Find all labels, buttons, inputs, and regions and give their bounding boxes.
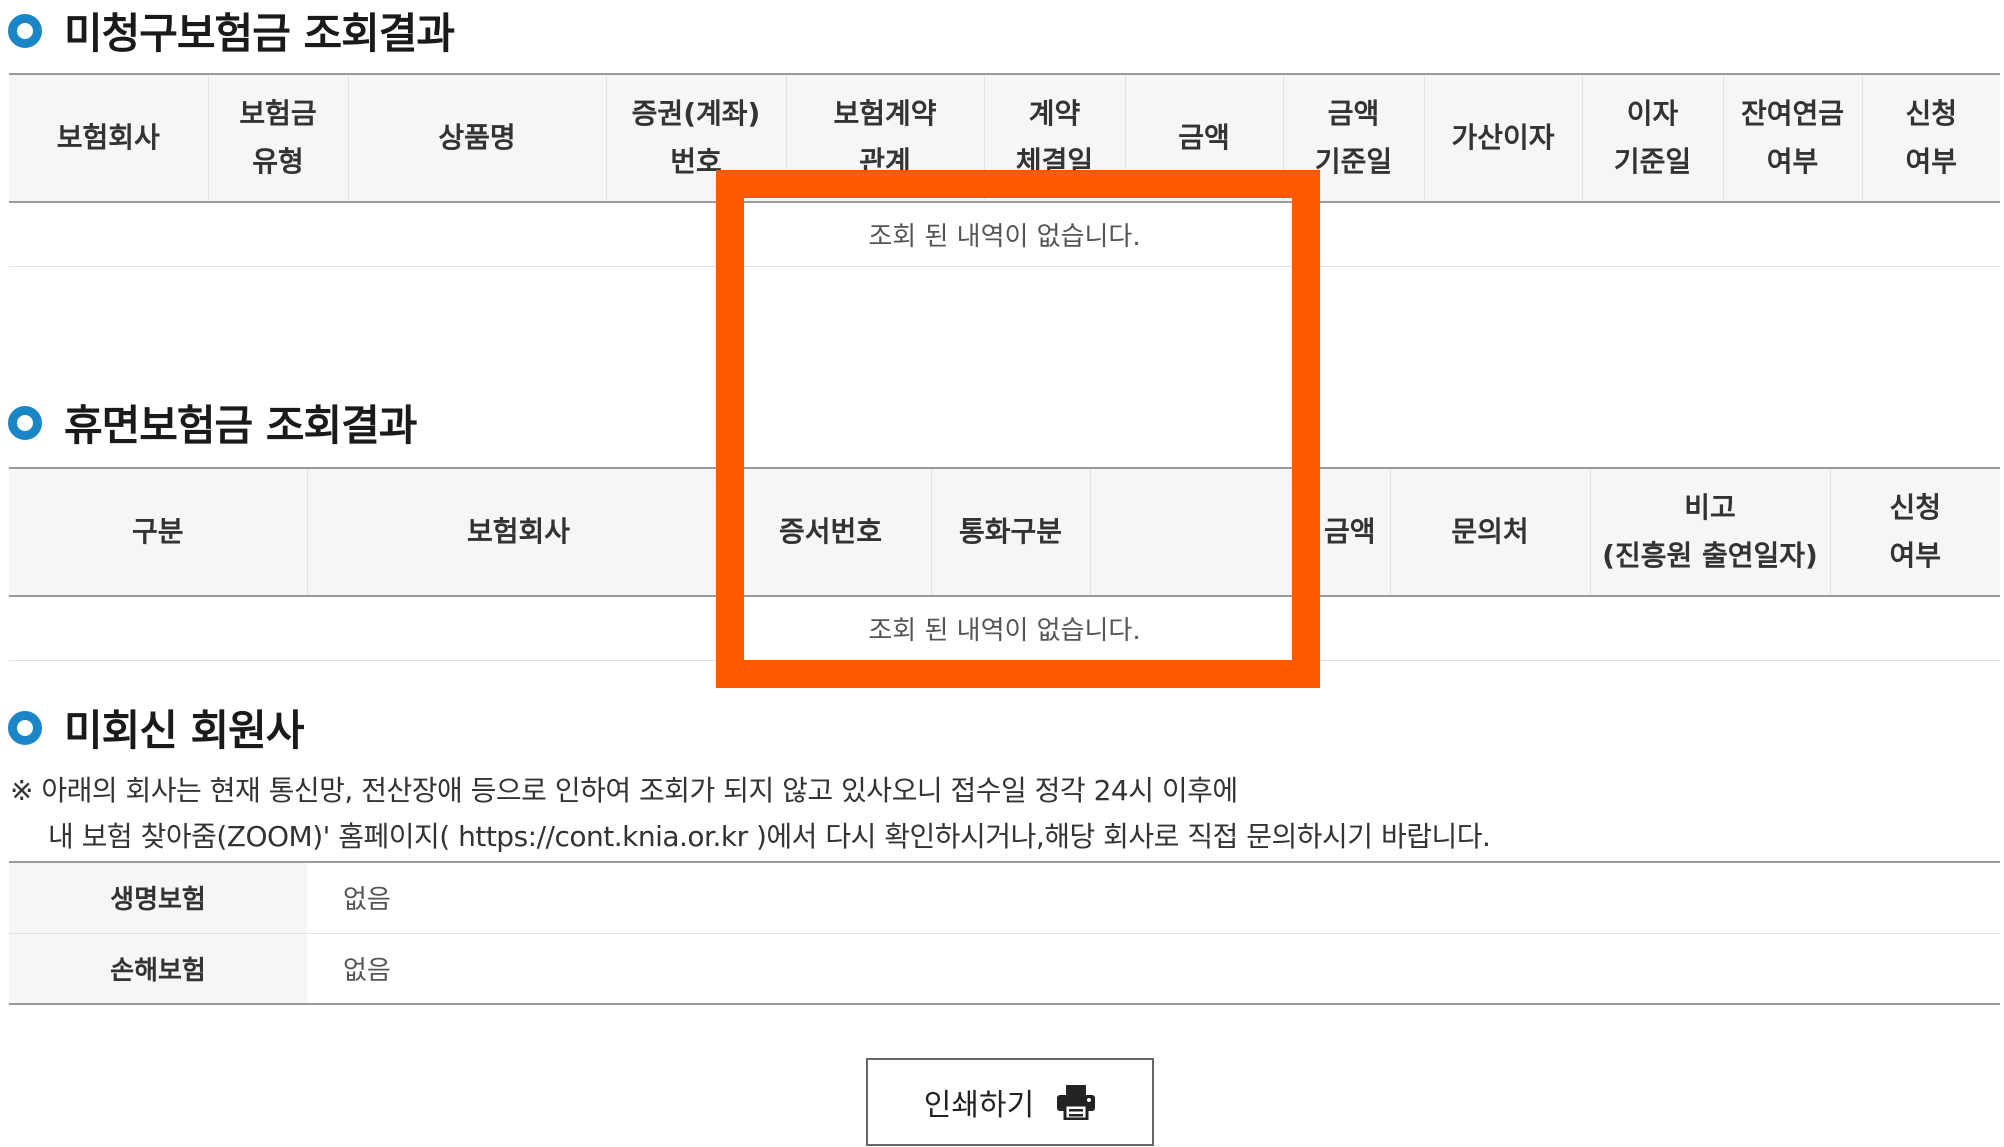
- col-remarks: 비고 (진흥원 출연일자): [1589, 467, 1830, 597]
- col-contact: 문의처: [1389, 467, 1590, 597]
- life-insurance-value: 없음: [307, 862, 2000, 934]
- col-application-status: 신청 여부: [1829, 467, 2000, 597]
- dormant-header-row: 구분 보험회사 증서번호 통화구분 금액 문의처 비고 (진흥원 출연일자) 신청…: [9, 467, 2000, 597]
- col-currency: 통화구분: [930, 467, 1090, 597]
- col-interest-base-date: 이자 기준일: [1581, 73, 1723, 203]
- nonlife-insurance-label: 손해보험: [9, 933, 307, 1005]
- notice-line-1: ※ 아래의 회사는 현재 통신망, 전산장애 등으로 인하여 조회가 되지 않고…: [10, 774, 1238, 807]
- printer-icon: [1056, 1084, 1096, 1120]
- print-button-label: 인쇄하기: [923, 1088, 1035, 1123]
- col-claim-type: 보험금 유형: [207, 73, 348, 203]
- nonresponding-title-text: 미회신 회원사: [64, 706, 304, 755]
- col-category: 구분: [9, 467, 307, 597]
- unclaimed-title-text: 미청구보험금 조회결과: [64, 9, 455, 58]
- col-added-interest: 가산이자: [1423, 73, 1582, 203]
- col-insurer: 보험회사: [9, 73, 208, 203]
- col-amount: 금액: [1089, 467, 1390, 597]
- circle-bullet-icon: [8, 710, 42, 745]
- col-policy-number: 증권(계좌) 번호: [605, 73, 786, 203]
- col-amount-base-date: 금액 기준일: [1282, 73, 1424, 203]
- col-amount: 금액: [1124, 73, 1283, 203]
- nonlife-insurance-value: 없음: [307, 933, 2000, 1005]
- col-certificate-number: 증서번호: [729, 467, 931, 597]
- notice-line-2: 내 보험 찾아줌(ZOOM)' 홈페이지( https://cont.knia.…: [48, 820, 1491, 853]
- col-remaining-annuity: 잔여연금 여부: [1722, 73, 1862, 203]
- dormant-title-text: 휴면보험금 조회결과: [64, 401, 417, 450]
- table-row: 생명보험 없음: [9, 862, 2000, 934]
- dormant-empty-message: 조회 된 내역이 없습니다.: [9, 596, 2000, 661]
- dormant-section-title: 휴면보험금 조회결과: [8, 392, 417, 453]
- life-insurance-label: 생명보험: [9, 862, 307, 934]
- nonresponding-members-table: 생명보험 없음 손해보험 없음: [9, 861, 2000, 1005]
- notice-text: ※ 아래의 회사는 현재 통신망, 전산장애 등으로 인하여 조회가 되지 않고…: [10, 768, 1491, 860]
- nonresponding-section-title: 미회신 회원사: [8, 697, 304, 758]
- table-row: 손해보험 없음: [9, 933, 2000, 1005]
- circle-bullet-icon: [8, 405, 42, 440]
- col-insurer: 보험회사: [306, 467, 730, 597]
- unclaimed-header-row: 보험회사 보험금 유형 상품명 증권(계좌) 번호 보험계약 관계 계약 체결일 금액 …: [9, 73, 2000, 203]
- unclaimed-empty-message: 조회 된 내역이 없습니다.: [9, 202, 2000, 267]
- col-contract-relation: 보험계약 관계: [785, 73, 984, 203]
- col-application-status: 신청 여부: [1861, 73, 2000, 203]
- circle-bullet-icon: [8, 13, 42, 48]
- print-button[interactable]: 인쇄하기: [866, 1058, 1154, 1146]
- unclaimed-results-table: 보험회사 보험금 유형 상품명 증권(계좌) 번호 보험계약 관계 계약 체결일 금액 …: [9, 73, 2000, 267]
- dormant-results-table: 구분 보험회사 증서번호 통화구분 금액 문의처 비고 (진흥원 출연일자) 신청…: [9, 467, 2000, 661]
- col-product-name: 상품명: [347, 73, 606, 203]
- unclaimed-section-title: 미청구보험금 조회결과: [8, 0, 455, 61]
- col-contract-date: 계약 체결일: [983, 73, 1125, 203]
